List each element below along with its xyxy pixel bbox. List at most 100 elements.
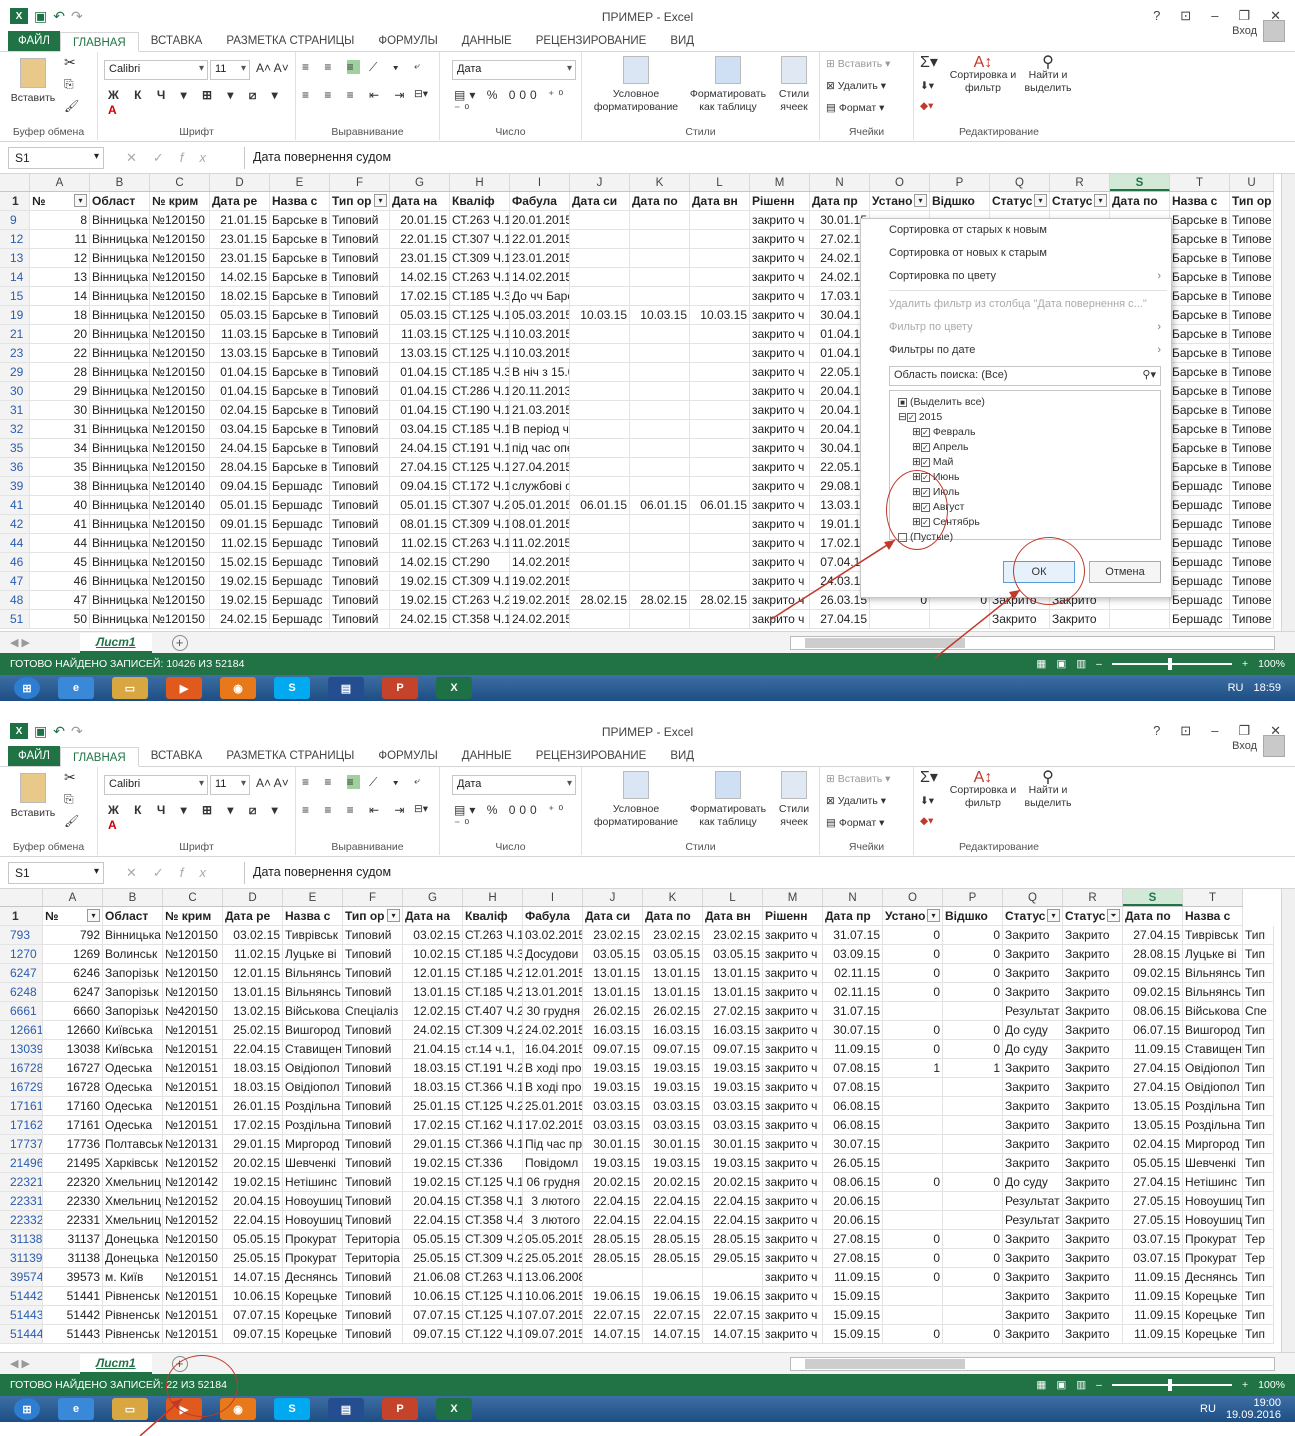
table-cell[interactable]: Вишгород: [283, 1021, 343, 1039]
row-number[interactable]: 51443: [0, 1306, 43, 1324]
table-cell[interactable]: №120150: [150, 344, 210, 362]
filter-dropdown-icon[interactable]: ▾: [374, 194, 387, 207]
table-cell[interactable]: Тип: [1243, 1192, 1274, 1210]
table-cell[interactable]: 22.04.15: [643, 1211, 703, 1229]
column-header[interactable]: D: [210, 174, 270, 191]
header-cell[interactable]: Дата на▾: [390, 192, 450, 210]
table-cell[interactable]: 14.02.15: [390, 553, 450, 571]
vertical-scrollbar[interactable]: [1281, 889, 1295, 1352]
table-cell[interactable]: Барське в: [1170, 306, 1230, 324]
table-cell[interactable]: 19.03.15: [643, 1078, 703, 1096]
table-cell[interactable]: 03.07.15: [1123, 1230, 1183, 1248]
row-number[interactable]: 47: [0, 572, 30, 590]
table-cell[interactable]: 31: [30, 420, 90, 438]
row-number[interactable]: 21496: [0, 1154, 43, 1172]
table-cell[interactable]: 23.01.15: [390, 249, 450, 267]
table-cell[interactable]: 19.02.15: [210, 572, 270, 590]
table-cell[interactable]: [570, 458, 630, 476]
table-cell[interactable]: 14.07.15: [703, 1325, 763, 1343]
table-cell[interactable]: 8: [30, 211, 90, 229]
table-cell[interactable]: 28.02.15: [690, 591, 750, 609]
row-number[interactable]: 16729: [0, 1078, 43, 1096]
table-cell[interactable]: 22.04.15: [643, 1192, 703, 1210]
table-cell[interactable]: 23.01.15: [210, 249, 270, 267]
find-select-button[interactable]: ⚲ Найти и выделить: [1018, 55, 1078, 95]
table-cell[interactable]: [703, 1268, 763, 1286]
table-cell[interactable]: Типове: [1230, 439, 1274, 457]
header-cell[interactable]: № ▾: [30, 192, 90, 210]
column-header[interactable]: G: [390, 174, 450, 191]
table-cell[interactable]: №120150: [150, 572, 210, 590]
table-cell[interactable]: 10.06.2015: [523, 1287, 583, 1305]
table-cell[interactable]: 30 грудня: [523, 1002, 583, 1020]
table-cell[interactable]: [630, 420, 690, 438]
table-cell[interactable]: 10.06.15: [403, 1287, 463, 1305]
table-cell[interactable]: 3 лютого: [523, 1211, 583, 1229]
table-cell[interactable]: 08.06.15: [823, 1173, 883, 1191]
table-cell[interactable]: закрито ч: [750, 287, 810, 305]
table-cell[interactable]: Типовий: [343, 1040, 403, 1058]
header-cell[interactable]: № крим▾: [163, 907, 223, 925]
table-cell[interactable]: закрито ч: [750, 477, 810, 495]
table-cell[interactable]: 25.05.15: [223, 1249, 283, 1267]
table-cell[interactable]: [690, 287, 750, 305]
table-cell[interactable]: №120150: [150, 230, 210, 248]
row-number[interactable]: 1: [0, 907, 43, 925]
table-cell[interactable]: 13.05.15: [1123, 1097, 1183, 1115]
row-number[interactable]: 17737: [0, 1135, 43, 1153]
tab-view[interactable]: ВИД: [658, 746, 706, 766]
table-cell[interactable]: [883, 1097, 943, 1115]
table-cell[interactable]: №420150: [163, 1002, 223, 1020]
table-cell[interactable]: Прокурат: [1183, 1249, 1243, 1267]
table-cell[interactable]: [570, 572, 630, 590]
table-cell[interactable]: Закрито: [1063, 1211, 1123, 1229]
table-cell[interactable]: [883, 1192, 943, 1210]
table-cell[interactable]: 06.07.15: [1123, 1021, 1183, 1039]
column-header[interactable]: E: [283, 889, 343, 906]
row-number[interactable]: 46: [0, 553, 30, 571]
table-cell[interactable]: 17.02.15: [403, 1116, 463, 1134]
name-box[interactable]: S1: [8, 861, 104, 884]
filter-dropdown-icon[interactable]: ▾: [387, 909, 400, 922]
table-cell[interactable]: Барське в: [1170, 382, 1230, 400]
table-cell[interactable]: Типове: [1230, 420, 1274, 438]
table-cell[interactable]: 28.02.15: [630, 591, 690, 609]
table-cell[interactable]: 02.04.15: [210, 401, 270, 419]
month-item[interactable]: ⊞✓ Февраль: [898, 425, 1152, 440]
table-cell[interactable]: 03.04.15: [390, 420, 450, 438]
table-cell[interactable]: СТ.358 Ч.4: [463, 1211, 523, 1229]
column-header[interactable]: F: [330, 174, 390, 191]
column-header[interactable]: F: [343, 889, 403, 906]
header-cell[interactable]: Дата вн▾: [703, 907, 763, 925]
table-cell[interactable]: Тип: [1243, 1268, 1274, 1286]
table-cell[interactable]: Вінницька: [90, 401, 150, 419]
table-cell[interactable]: Барське в: [270, 458, 330, 476]
filter-by-color-label[interactable]: Фильтр по цвету: [889, 321, 973, 333]
number-format-combo[interactable]: Дата: [452, 60, 576, 80]
table-cell[interactable]: [690, 268, 750, 286]
table-cell[interactable]: Бершадс: [270, 515, 330, 533]
table-cell[interactable]: 25.05.2015: [523, 1249, 583, 1267]
header-cell[interactable]: Дата по▾: [1110, 192, 1170, 210]
table-cell[interactable]: Тип: [1243, 1173, 1274, 1191]
table-cell[interactable]: закрито ч: [750, 553, 810, 571]
table-cell[interactable]: Барське в: [270, 211, 330, 229]
table-cell[interactable]: СТ.172 Ч.1: [450, 477, 510, 495]
row-number[interactable]: 9: [0, 211, 30, 229]
ie-icon[interactable]: e: [58, 1398, 94, 1420]
page-break-icon[interactable]: ▥: [1076, 658, 1086, 670]
year-label[interactable]: 2015: [919, 411, 942, 423]
table-cell[interactable]: Вінницька: [90, 230, 150, 248]
table-cell[interactable]: Овідіопол: [1183, 1059, 1243, 1077]
header-cell[interactable]: Дата ре▾: [223, 907, 283, 925]
table-cell[interactable]: №120150: [150, 249, 210, 267]
table-cell[interactable]: 30.01.15: [643, 1135, 703, 1153]
table-cell[interactable]: Закрито: [1063, 1116, 1123, 1134]
table-cell[interactable]: 11.09.15: [1123, 1287, 1183, 1305]
table-cell[interactable]: Типовий: [343, 964, 403, 982]
row-number[interactable]: 17162: [0, 1116, 43, 1134]
header-cell[interactable]: № ▾: [43, 907, 103, 925]
table-cell[interactable]: [570, 249, 630, 267]
header-cell[interactable]: Назва с▾: [283, 907, 343, 925]
table-cell[interactable]: 31.07.15: [823, 926, 883, 944]
